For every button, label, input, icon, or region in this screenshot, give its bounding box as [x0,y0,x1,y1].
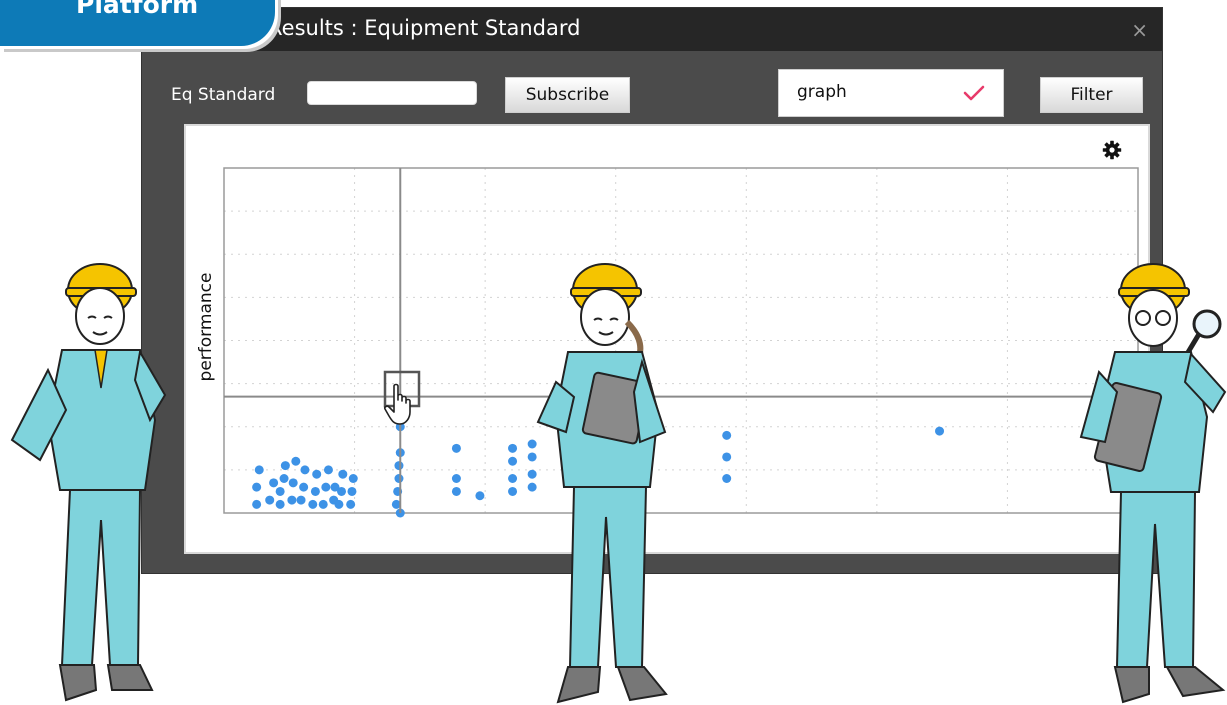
y-axis-label: performance [196,273,216,382]
data-point [451,443,461,453]
data-point [508,474,518,483]
worker-center-illustration [536,263,668,704]
data-point [254,465,264,475]
hand-pointer-icon [384,383,411,425]
worker-right-illustration [1079,263,1227,704]
data-point [279,474,289,483]
data-point [935,426,945,436]
data-point [722,430,732,440]
platform-badge: Platform [0,0,275,46]
data-point [275,486,285,496]
data-point [347,486,357,496]
data-point [508,456,518,466]
data-point [265,495,275,505]
worker-left-illustration [10,263,167,702]
data-point [252,499,262,509]
data-point [291,456,301,466]
data-point [394,461,404,471]
data-point [348,474,358,483]
data-point [475,491,485,501]
data-point [280,461,290,471]
data-point [722,452,732,462]
data-point [394,474,404,483]
data-point [308,499,318,509]
data-point [323,465,333,475]
data-point [338,469,348,479]
data-point [318,499,328,509]
data-point [321,482,331,492]
data-point [334,499,344,509]
data-point [310,486,320,496]
data-point [508,486,518,496]
data-point [508,443,518,453]
data-point [288,478,298,488]
data-point [451,474,461,483]
data-point [346,499,356,509]
data-point [296,495,306,505]
data-point [287,495,297,505]
platform-badge-label: Platform [76,0,199,19]
data-point [337,486,347,496]
data-point [252,482,262,492]
data-point [275,499,285,509]
data-point [722,474,732,483]
data-point [451,486,461,496]
data-point [312,469,322,479]
data-point [269,478,279,488]
data-point [299,482,309,492]
data-point [300,465,310,475]
